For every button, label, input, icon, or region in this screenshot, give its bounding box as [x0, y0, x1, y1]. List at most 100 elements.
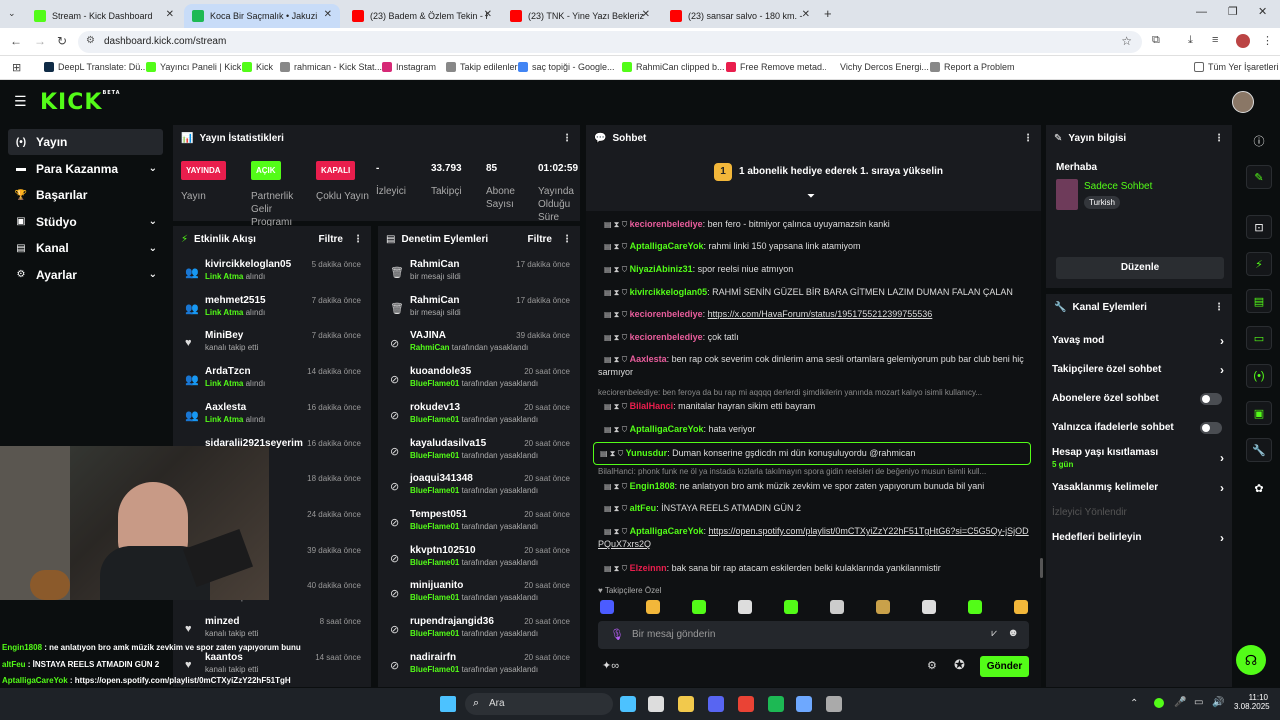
kick-logo[interactable]: KICKBETA	[40, 90, 121, 115]
chat-username[interactable]: keciorenbelediye	[630, 309, 703, 319]
chat-username[interactable]: Elzeinnn	[630, 563, 667, 573]
reply-preview[interactable]: keciorenbelediye: ben feroya da bu rap m…	[598, 386, 1030, 399]
channel-action-item[interactable]: Hedefleri belirleyin ›	[1052, 531, 1228, 545]
chat-settings-icon[interactable]: ⚙	[927, 659, 937, 672]
activity-event[interactable]: 👥 ArdaTzcn Link Atma alındı 14 dakika önce	[173, 363, 371, 399]
activity-event[interactable]: 👥 kivircikkeloglan05 Link Atma alındı 5 dak…	[173, 256, 371, 292]
emote-icon[interactable]	[968, 600, 982, 614]
browser-tab[interactable]: (23) sansar salvo - 180 km. - Yo ✕	[662, 4, 818, 28]
mod-tools-icon[interactable]: ▤ ⧗ ⛉	[604, 310, 630, 319]
moderation-event[interactable]: ⊘ Tempest051 BlueFlame01 tarafından yasakl…	[378, 506, 580, 542]
chat-message[interactable]: ▤ ⧗ ⛉ Yunusdur: Duman konserine gşdicdn …	[593, 442, 1031, 465]
tray-app-icon[interactable]	[1154, 698, 1164, 708]
send-button[interactable]: Gönder	[980, 656, 1029, 677]
browser-tab[interactable]: Koca Bir Saçmalık • Jakuzi ✕	[184, 4, 340, 28]
chat-more-icon[interactable]: ⋮	[1023, 133, 1033, 144]
bookmark-item[interactable]: saç topiği - Google...	[518, 62, 615, 72]
chat-input[interactable]: 🎙 Bir mesaj gönderin ⩗ ☻	[598, 621, 1029, 649]
tab-close-icon[interactable]: ✕	[802, 9, 810, 20]
moderation-more-icon[interactable]: ⋮	[562, 234, 572, 245]
steam-icon[interactable]	[648, 696, 664, 712]
moderation-event[interactable]: ⊘ rupendrajangid36 BlueFlame01 tarafından …	[378, 613, 580, 649]
moderation-event[interactable]: 🗑 RahmiCan bir mesajı sildi 17 dakika önce	[378, 292, 580, 328]
minimize-button[interactable]: —	[1196, 6, 1207, 18]
tab-close-icon[interactable]: ✕	[166, 9, 174, 20]
bookmark-item[interactable]: Kick	[242, 62, 273, 72]
photos-icon[interactable]	[620, 696, 636, 712]
channel-action-item[interactable]: Abonelere özel sohbet	[1052, 393, 1228, 405]
layers-icon[interactable]: ▣	[1246, 401, 1272, 425]
chat-message[interactable]: ▤ ⧗ ⛉ Elzeinnn: bak sana bir rap atacam …	[598, 562, 1030, 575]
chat-message[interactable]: ▤ ⧗ ⛉ BilalHanci: manitalar hayran sikim…	[598, 400, 1030, 413]
lightning-icon[interactable]: ⚡	[1246, 252, 1272, 276]
moderation-event[interactable]: ⊘ kayaludasilva15 BlueFlame01 tarafından y…	[378, 435, 580, 471]
info-icon[interactable]: ⓘ	[1246, 129, 1272, 153]
emote-icon[interactable]	[830, 600, 844, 614]
forward-icon[interactable]: →	[34, 34, 46, 48]
chat-scrollbar[interactable]	[1040, 558, 1043, 578]
channel-actions-more-icon[interactable]: ⋮	[1214, 302, 1224, 313]
mic-icon[interactable]: 🎙	[610, 628, 624, 641]
mod-tools-icon[interactable]: ▤ ⧗ ⛉	[604, 355, 630, 364]
clipboard-icon[interactable]: ▤	[1246, 289, 1272, 313]
emote-icon[interactable]	[600, 600, 614, 614]
edit-stream-info-button[interactable]: Düzenle	[1056, 257, 1224, 279]
mod-tools-icon[interactable]: ▤ ⧗ ⛉	[604, 402, 630, 411]
chat-link[interactable]: https://x.com/HavaForum/status/195175521…	[708, 309, 933, 319]
discord-icon[interactable]	[708, 696, 724, 712]
chat-username[interactable]: AptalligaCareYok	[630, 526, 704, 536]
tab-search-icon[interactable]: ⌄	[8, 8, 16, 19]
chat-username[interactable]: keciorenbelediye	[630, 219, 703, 229]
channel-action-item[interactable]: Yavaş mod ›	[1052, 334, 1228, 348]
gift-banner[interactable]: 1 1 abonelik hediye ederek 1. sıraya yük…	[586, 151, 1041, 211]
chat-icon[interactable]: ▭	[1246, 326, 1272, 350]
mod-tools-icon[interactable]: ▤ ⧗ ⛉	[604, 425, 630, 434]
moderation-event[interactable]: ⊘ kkvptn102510 BlueFlame01 tarafından yasa…	[378, 542, 580, 578]
chat-username[interactable]: kivircikkeloglan05	[630, 287, 708, 297]
help-headset-button[interactable]: ☊	[1236, 645, 1266, 675]
chat-username[interactable]: altFeu	[630, 503, 657, 513]
tab-close-icon[interactable]: ✕	[642, 9, 650, 20]
chat-message[interactable]: ▤ ⧗ ⛉ keciorenbelediye: https://x.com/Ha…	[598, 308, 1030, 321]
activity-event[interactable]: ♥ MiniBey kanalı takip etti 7 dakika önce	[173, 327, 371, 363]
stream-info-more-icon[interactable]: ⋮	[1214, 133, 1224, 144]
taskbar-search[interactable]: ⌕ Ara	[465, 693, 613, 715]
chat-message[interactable]: ▤ ⧗ ⛉ NiyaziAbiniz31: spor reelsi niue a…	[598, 263, 1030, 276]
bookmark-item[interactable]: Free Remove metad...	[726, 62, 830, 72]
media-icon[interactable]: ≡	[1212, 34, 1218, 46]
bookmark-item[interactable]: Takip edilenler	[446, 62, 518, 72]
profile-avatar[interactable]	[1236, 34, 1250, 48]
nav-item[interactable]: ⚙ Ayarlar ⌄	[8, 262, 163, 288]
browser-tab[interactable]: Stream - Kick Dashboard ✕	[26, 4, 182, 28]
bookmark-star-icon[interactable]: ☆	[1121, 34, 1132, 48]
reload-icon[interactable]: ↻	[57, 34, 67, 48]
bookmark-item[interactable]: Report a Problem	[930, 62, 1015, 72]
emote-icon[interactable]	[876, 600, 890, 614]
mod-tools-icon[interactable]: ▤ ⧗ ⛉	[604, 333, 630, 342]
bookmark-item[interactable]: DeepL Translate: Dü...	[44, 62, 148, 72]
pencil-icon[interactable]: ✎	[1246, 165, 1272, 189]
user-avatar[interactable]	[1232, 91, 1254, 113]
channel-action-item[interactable]: Yalnızca ifadelerle sohbet	[1052, 422, 1228, 434]
tray-chevron-icon[interactable]: ⌃	[1130, 698, 1138, 709]
kick-emote-icon[interactable]: ⩗	[991, 628, 997, 639]
chat-username[interactable]: Aaxlesta	[630, 354, 667, 364]
chat-username[interactable]: AptalligaCareYok	[630, 241, 704, 251]
bookmark-item[interactable]: Instagram	[382, 62, 436, 72]
nav-item[interactable]: ▣ Stüdyo ⌄	[8, 209, 163, 235]
network-icon[interactable]: ▭	[1194, 697, 1203, 708]
activity-event[interactable]: 👥 Aaxlesta Link Atma alındı 16 dakika önce	[173, 399, 371, 435]
nav-item[interactable]: ▤ Kanal ⌄	[8, 235, 163, 261]
emote-icon[interactable]	[646, 600, 660, 614]
app-icon[interactable]	[796, 696, 812, 712]
emote-icon[interactable]	[784, 600, 798, 614]
chat-message[interactable]: ▤ ⧗ ⛉ kivircikkeloglan05: RAHMİ SENİN GÜ…	[598, 286, 1030, 299]
back-icon[interactable]: ←	[10, 34, 22, 48]
activity-filter-button[interactable]: Filtre	[319, 234, 343, 245]
chat-username[interactable]: BilalHanci	[630, 401, 674, 411]
mod-badge-icon[interactable]: ✪	[954, 657, 965, 673]
stats-more-icon[interactable]: ⋮	[562, 133, 572, 144]
spotify-icon[interactable]	[768, 696, 784, 712]
bookmark-item[interactable]: RahmiCan clipped b...	[622, 62, 725, 72]
moderation-event[interactable]: ⊘ joaqui341348 BlueFlame01 tarafından yasa…	[378, 470, 580, 506]
